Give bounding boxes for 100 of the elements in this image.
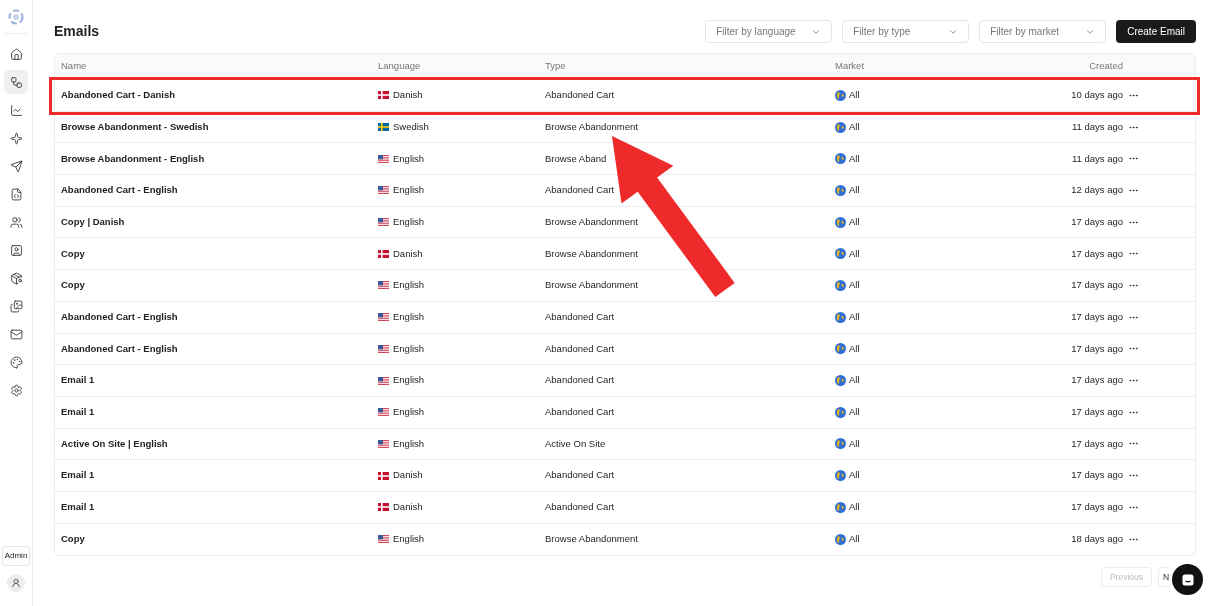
us-flag-icon	[378, 376, 389, 385]
table-row[interactable]: Copy English Browse Abandonment All 18 days ago	[55, 523, 1195, 556]
globe-icon	[835, 279, 846, 291]
chat-button[interactable]	[1172, 564, 1203, 595]
table-cell: Abandoned Cart - English	[61, 183, 178, 198]
filter-select[interactable]: Filter by type	[842, 20, 970, 43]
table-row[interactable]: Abandoned Cart - English English Abandoned Cart All 17 days ago	[55, 333, 1195, 366]
column-header: Market	[835, 59, 866, 74]
table-cell: Copy	[61, 532, 85, 547]
table-cell-text: Browse Abandonment - Swedish	[61, 119, 209, 134]
create-email-button[interactable]: Create Email	[1116, 20, 1196, 43]
table-cell-text: Browse Abandonment	[545, 214, 638, 229]
role-badge: Admin	[1, 546, 31, 566]
us-flag-icon	[378, 439, 389, 448]
globe-icon	[835, 248, 846, 260]
us-flag-icon	[378, 408, 389, 417]
filter-select[interactable]: Filter by market	[979, 20, 1107, 43]
table-cell: Email 1	[61, 405, 95, 420]
table-cell-text: All	[849, 214, 860, 229]
table-cell: Abandoned Cart	[545, 88, 615, 103]
table-cell: Abandoned Cart	[545, 468, 615, 483]
settings-icon	[9, 383, 23, 397]
mail-icon	[9, 327, 23, 341]
table-cell: English	[393, 183, 425, 198]
user-icon	[11, 578, 21, 588]
table-cell: Abandoned Cart	[545, 341, 615, 356]
table-cell: Copy	[61, 246, 85, 261]
us-flag-icon	[378, 154, 389, 163]
table-cell-text: 11 days ago	[1071, 119, 1123, 134]
table-row[interactable]: Active On Site | English English Active On Site All 17 days ago	[55, 428, 1195, 461]
table-cell: English	[393, 278, 425, 293]
globe-icon	[835, 438, 846, 450]
table-cell-text: All	[849, 119, 860, 134]
globe-icon	[835, 216, 846, 228]
package-search-icon	[9, 271, 23, 285]
table-cell: All	[849, 88, 860, 103]
table-cell: Danish	[393, 88, 423, 103]
table-row[interactable]: Email 1 Danish Abandoned Cart All 17 days ago	[55, 491, 1195, 524]
images-icon	[9, 299, 23, 313]
table-cell: All	[849, 405, 860, 420]
globe-icon	[835, 121, 846, 133]
table-cell: Abandoned Cart - Danish	[61, 88, 175, 103]
table-cell: All	[849, 278, 860, 293]
globe-icon	[835, 311, 846, 323]
table-cell: Browse Abandonment	[545, 246, 638, 261]
table-cell-text: English	[393, 436, 425, 451]
table-cell: Abandoned Cart	[545, 183, 615, 198]
sidebar-item[interactable]	[4, 70, 28, 94]
table-cell: All	[849, 183, 860, 198]
table-cell: English	[393, 151, 425, 166]
us-flag-icon	[378, 535, 389, 544]
table-cell: Danish	[393, 500, 423, 515]
table-cell: Abandoned Cart	[545, 405, 615, 420]
table-cell: Browse Aband	[545, 151, 607, 166]
table-row[interactable]: Abandoned Cart - Danish Danish Abandoned Cart All 10 days ago	[55, 80, 1195, 112]
us-flag-icon	[378, 281, 389, 290]
table-cell: Danish	[393, 468, 423, 483]
us-flag-icon	[378, 313, 389, 322]
table-row[interactable]: Email 1 Danish Abandoned Cart All 17 days ago	[55, 460, 1195, 492]
table-row[interactable]: Browse Abandonment - Swedish Swedish Browse Abandonment All 11 days ago	[55, 111, 1195, 144]
workflow-icon	[9, 75, 23, 89]
table-row[interactable]: Abandoned Cart - English English Abandoned Cart All 17 days ago	[55, 301, 1195, 334]
globe-icon	[835, 533, 846, 545]
sparkle-icon	[9, 131, 23, 145]
globe-icon	[835, 501, 846, 513]
table-cell: 17 days ago	[1071, 405, 1123, 420]
table-cell: Abandoned Cart - English	[61, 310, 178, 325]
table-cell: 17 days ago	[1071, 468, 1123, 483]
table-row[interactable]: Email 1 English Abandoned Cart All 17 days ago	[55, 396, 1195, 429]
table-cell: English	[393, 405, 425, 420]
table-cell: 17 days ago	[1071, 373, 1123, 388]
globe-icon	[835, 406, 846, 418]
page-title: Emails	[54, 22, 101, 41]
table-cell: All	[849, 500, 860, 515]
code-file-icon	[9, 187, 23, 201]
user-avatar[interactable]	[7, 574, 25, 592]
column-header: Type	[545, 59, 567, 74]
table-cell-text: Active On Site	[545, 436, 606, 451]
table-cell-text: 17 days ago	[1071, 436, 1123, 451]
table-cell-text: Swedish	[393, 119, 429, 134]
sweden-flag-icon	[378, 123, 389, 132]
send-icon	[9, 159, 23, 173]
globe-icon	[835, 89, 846, 101]
globe-icon	[835, 375, 846, 387]
globe-icon	[835, 184, 846, 196]
globe-icon	[835, 153, 846, 165]
denmark-flag-icon	[378, 91, 389, 100]
table-cell: Abandoned Cart	[545, 500, 615, 515]
table-cell: All	[849, 310, 860, 325]
table-cell: All	[849, 468, 860, 483]
table-cell: All	[849, 246, 860, 261]
filter-select[interactable]: Filter by language	[705, 20, 833, 43]
table-row[interactable]: Email 1 English Abandoned Cart All 17 days ago	[55, 365, 1195, 397]
table-cell: 12 days ago	[1071, 183, 1123, 198]
next-button[interactable]: N	[1158, 567, 1172, 588]
table-cell: Abandoned Cart	[545, 373, 615, 388]
us-flag-icon	[378, 186, 389, 195]
logo-icon	[8, 9, 24, 25]
table-cell: 17 days ago	[1071, 341, 1123, 356]
table-cell-text: English	[393, 214, 425, 229]
